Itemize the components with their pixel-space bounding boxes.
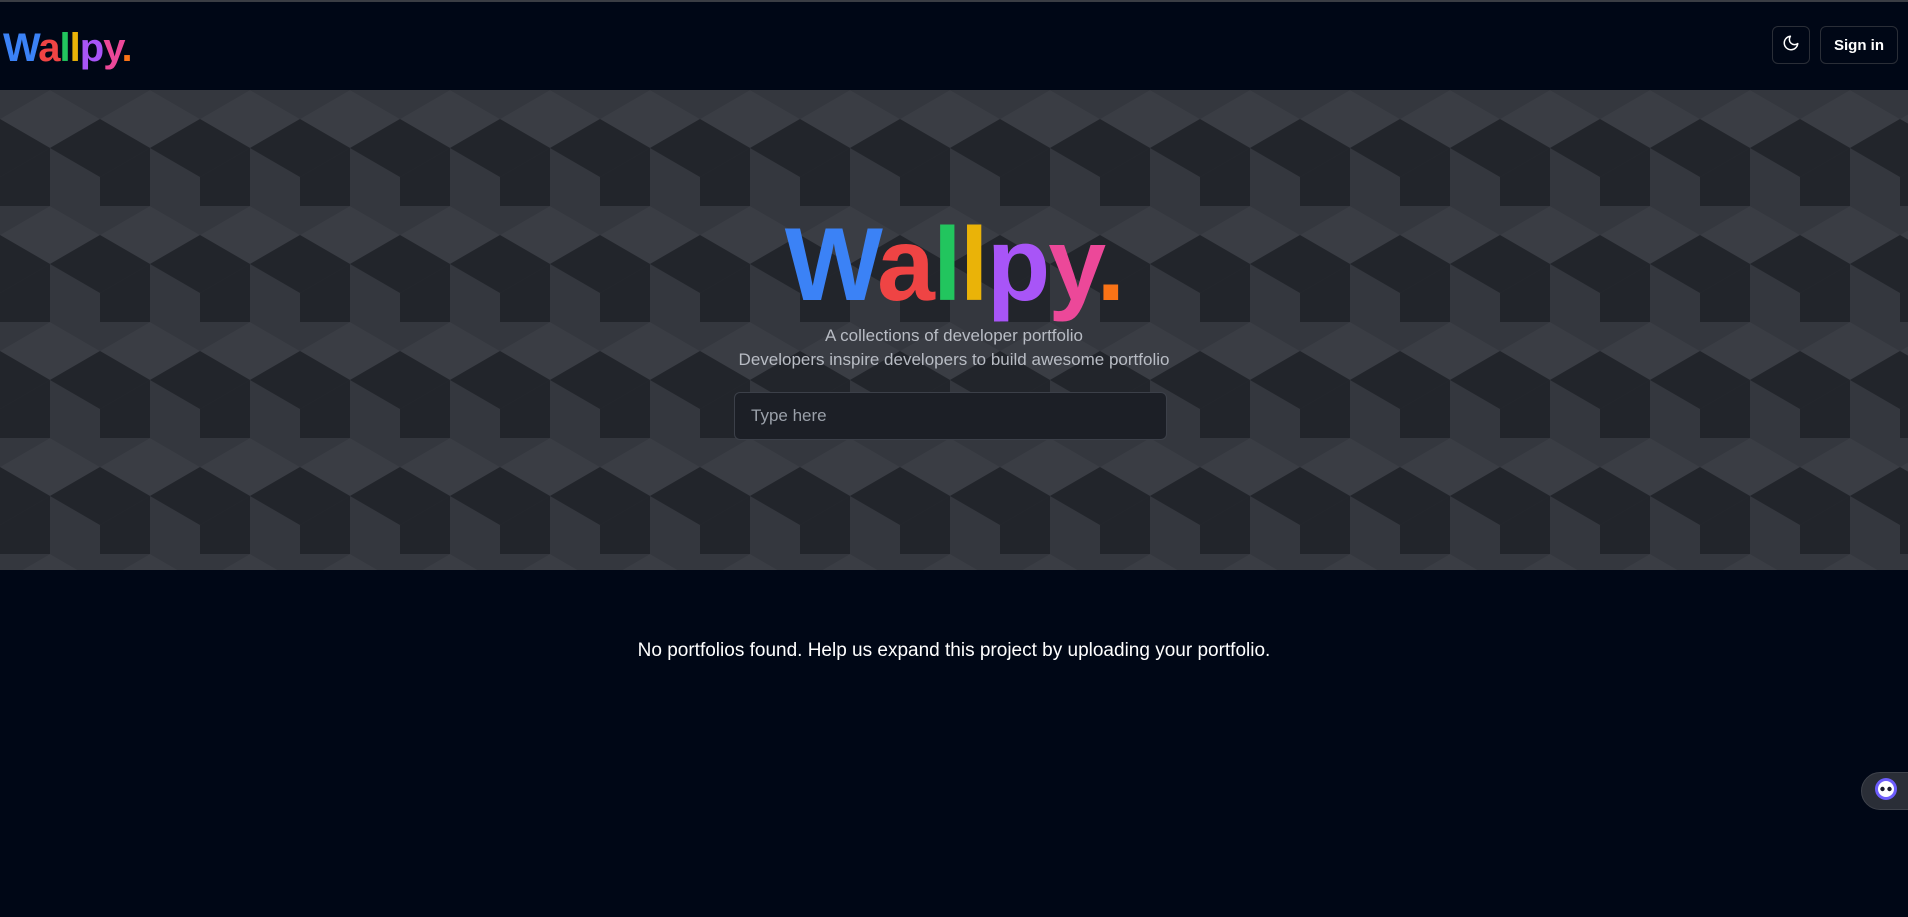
site-header: Wallpy. Sign in — [0, 2, 1908, 90]
logo-letter: . — [1096, 207, 1125, 323]
chat-widget-button[interactable] — [1861, 772, 1908, 810]
logo-letter: W — [3, 26, 39, 70]
logo-letter: p — [79, 26, 104, 70]
empty-state-message: No portfolios found. Help us expand this… — [637, 640, 1271, 661]
logo-letter: p — [986, 207, 1051, 323]
search-input[interactable] — [734, 392, 1167, 440]
sign-in-button[interactable]: Sign in — [1820, 26, 1898, 64]
hero-tagline-primary: A collections of developer portfolio — [825, 326, 1083, 345]
logo-letter: l — [59, 26, 71, 70]
header-logo[interactable]: Wallpy. — [3, 24, 133, 72]
theme-toggle-button[interactable] — [1772, 26, 1810, 64]
logo-letter: W — [784, 207, 879, 323]
logo-letter: l — [69, 26, 81, 70]
hero-tagline-secondary: Developers inspire developers to build a… — [738, 350, 1170, 369]
chatbot-icon — [1874, 777, 1898, 806]
logo-letter: y — [103, 26, 122, 70]
hero-logo: Wallpy. — [0, 210, 1908, 320]
logo-letter: a — [38, 26, 60, 70]
logo-letter: l — [932, 207, 962, 323]
hero-banner: Wallpy. A collections of developer portf… — [0, 90, 1908, 570]
moon-icon — [1782, 34, 1800, 57]
logo-letter: l — [959, 207, 989, 323]
logo-letter: . — [121, 26, 133, 70]
logo-letter: a — [877, 207, 935, 323]
logo-letter: y — [1048, 207, 1098, 323]
